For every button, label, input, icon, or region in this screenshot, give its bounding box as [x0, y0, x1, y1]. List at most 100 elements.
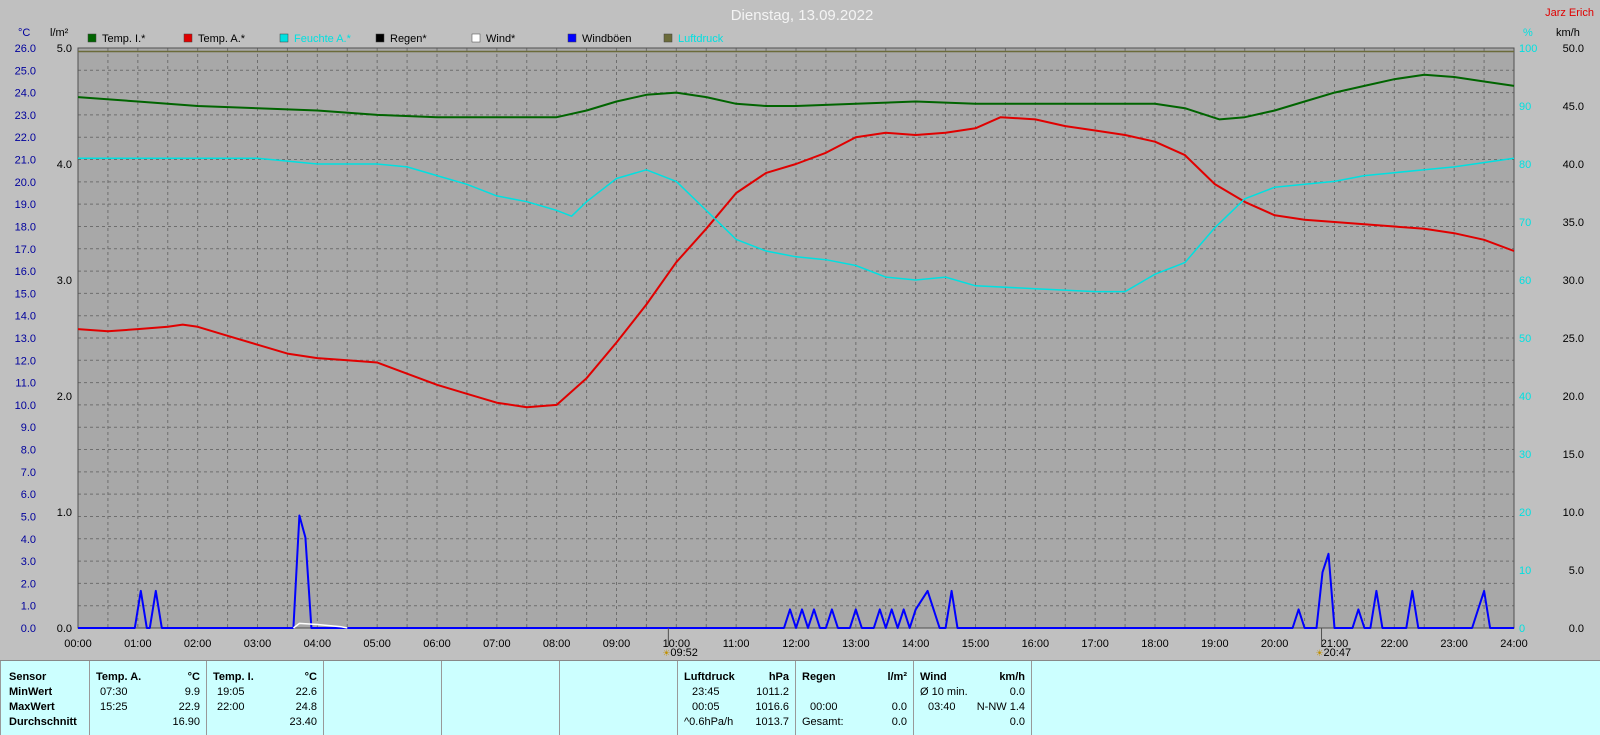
x-tick-label: 12:00 [782, 638, 810, 650]
wind-tick-label: 40.0 [1563, 159, 1584, 171]
temp-tick-label: 25.0 [15, 65, 36, 77]
row-label-min: MinWert [9, 686, 53, 698]
temp-tick-label: 23.0 [15, 110, 36, 122]
wind-header: Wind [920, 671, 947, 683]
chart-title: Dienstag, 13.09.2022 [731, 7, 874, 24]
stats-sensor-column: Sensor MinWert MaxWert Durchschnitt [0, 661, 89, 735]
rain-tick-label: 1.0 [57, 507, 72, 519]
rain-tick-label: 0.0 [57, 623, 72, 635]
x-tick-label: 20:00 [1261, 638, 1289, 650]
humidity-tick-label: 80 [1519, 159, 1531, 171]
sensor-header: Sensor [9, 671, 47, 683]
rain-tick-label: 3.0 [57, 275, 72, 287]
temp-a-header: Temp. A. [96, 671, 142, 683]
temp-a-unit: °C [187, 671, 200, 683]
wind-tick-label: 35.0 [1563, 217, 1584, 229]
temp-i-min-time: 19:05 [217, 686, 245, 698]
humidity-tick-label: 40 [1519, 391, 1531, 403]
x-tick-label: 02:00 [184, 638, 212, 650]
temp-tick-label: 10.0 [15, 400, 36, 412]
x-tick-label: 04:00 [304, 638, 332, 650]
temp-a-average: 16.90 [172, 716, 200, 728]
wind-avg-label: Ø 10 min. [920, 686, 968, 698]
wind-tick-label: 15.0 [1563, 449, 1584, 461]
wind-max-time: 03:40 [928, 701, 956, 713]
luftdruck-max-time: 00:05 [692, 701, 720, 713]
temp-tick-label: 8.0 [21, 445, 36, 457]
legend-label: Luftdruck [678, 33, 724, 45]
sunset-time: 20:47 [1324, 647, 1352, 659]
sunset-icon: ☀ [1316, 648, 1324, 658]
humidity-tick-label: 100 [1519, 43, 1537, 55]
luftdruck-trend-value: 1013.7 [755, 716, 789, 728]
regen-total-label: Gesamt: [802, 716, 844, 728]
temp-tick-label: 1.0 [21, 601, 36, 613]
temp-tick-label: 0.0 [21, 623, 36, 635]
temp-tick-label: 2.0 [21, 578, 36, 590]
temp-i-max-value: 24.8 [295, 701, 317, 713]
luftdruck-unit: hPa [768, 671, 789, 683]
regen-total-value: 0.0 [891, 716, 907, 728]
stats-empty-column-4 [1031, 661, 1600, 735]
temp-a-max-value: 22.9 [178, 701, 200, 713]
row-label-max: MaxWert [9, 701, 55, 713]
stats-empty-column-2 [441, 661, 559, 735]
rain-tick-label: 2.0 [57, 391, 72, 403]
temp-tick-label: 24.0 [15, 88, 36, 100]
stats-temp-i-column: Temp. I. °C 19:05 22.6 22:00 24.8 23.40 [206, 661, 323, 735]
temp-tick-label: 6.0 [21, 489, 36, 501]
humidity-tick-label: 10 [1519, 565, 1531, 577]
humidity-axis-unit: % [1523, 27, 1533, 39]
x-tick-label: 07:00 [483, 638, 511, 650]
humidity-tick-label: 90 [1519, 101, 1531, 113]
wind-last-value: 0.0 [1009, 716, 1025, 728]
temp-i-max-time: 22:00 [217, 701, 245, 713]
temp-tick-label: 21.0 [15, 155, 36, 167]
wind-tick-label: 10.0 [1563, 507, 1584, 519]
temp-a-min-time: 07:30 [100, 686, 128, 698]
legend-swatch [471, 33, 481, 43]
legend-swatch [183, 33, 193, 43]
temp-i-min-value: 22.6 [295, 686, 317, 698]
x-tick-label: 08:00 [543, 638, 571, 650]
humidity-tick-label: 30 [1519, 449, 1531, 461]
legend-swatch [567, 33, 577, 43]
x-tick-label: 14:00 [902, 638, 930, 650]
luftdruck-min-value: 1011.2 [756, 686, 789, 698]
humidity-tick-label: 70 [1519, 217, 1531, 229]
temp-tick-label: 20.0 [15, 177, 36, 189]
rain-tick-label: 4.0 [57, 159, 72, 171]
legend-label: Windböen [582, 33, 632, 45]
temp-tick-label: 12.0 [15, 355, 36, 367]
stats-empty-column-3 [559, 661, 677, 735]
temp-i-average: 23.40 [289, 716, 317, 728]
sunrise-time: 09:52 [670, 647, 698, 659]
x-tick-label: 23:00 [1440, 638, 1468, 650]
wind-tick-label: 50.0 [1563, 43, 1584, 55]
statistics-panel: Sensor MinWert MaxWert Durchschnitt Temp… [0, 660, 1600, 735]
temp-tick-label: 5.0 [21, 511, 36, 523]
stats-empty-column-1 [323, 661, 441, 735]
x-tick-label: 15:00 [962, 638, 990, 650]
luftdruck-trend-label: ^0.6hPa/h [684, 716, 734, 728]
legend-label: Regen* [390, 33, 427, 45]
legend-swatch [375, 33, 385, 43]
temp-i-header: Temp. I. [213, 671, 254, 683]
x-tick-label: 00:00 [64, 638, 92, 650]
humidity-tick-label: 50 [1519, 333, 1531, 345]
x-tick-label: 06:00 [423, 638, 451, 650]
temp-tick-label: 15.0 [15, 288, 36, 300]
regen-max-value: 0.0 [891, 701, 907, 713]
x-tick-label: 17:00 [1081, 638, 1109, 650]
legend-label: Temp. I.* [102, 33, 146, 45]
temp-tick-label: 9.0 [21, 422, 36, 434]
wind-tick-label: 30.0 [1563, 275, 1584, 287]
x-tick-label: 01:00 [124, 638, 152, 650]
temp-tick-label: 4.0 [21, 534, 36, 546]
legend-label: Temp. A.* [198, 33, 246, 45]
humidity-tick-label: 0 [1519, 623, 1525, 635]
x-tick-label: 16:00 [1022, 638, 1050, 650]
humidity-tick-label: 20 [1519, 507, 1531, 519]
regen-header: Regen [802, 671, 836, 683]
wind-max-direction: N-NW 1.4 [976, 701, 1025, 713]
